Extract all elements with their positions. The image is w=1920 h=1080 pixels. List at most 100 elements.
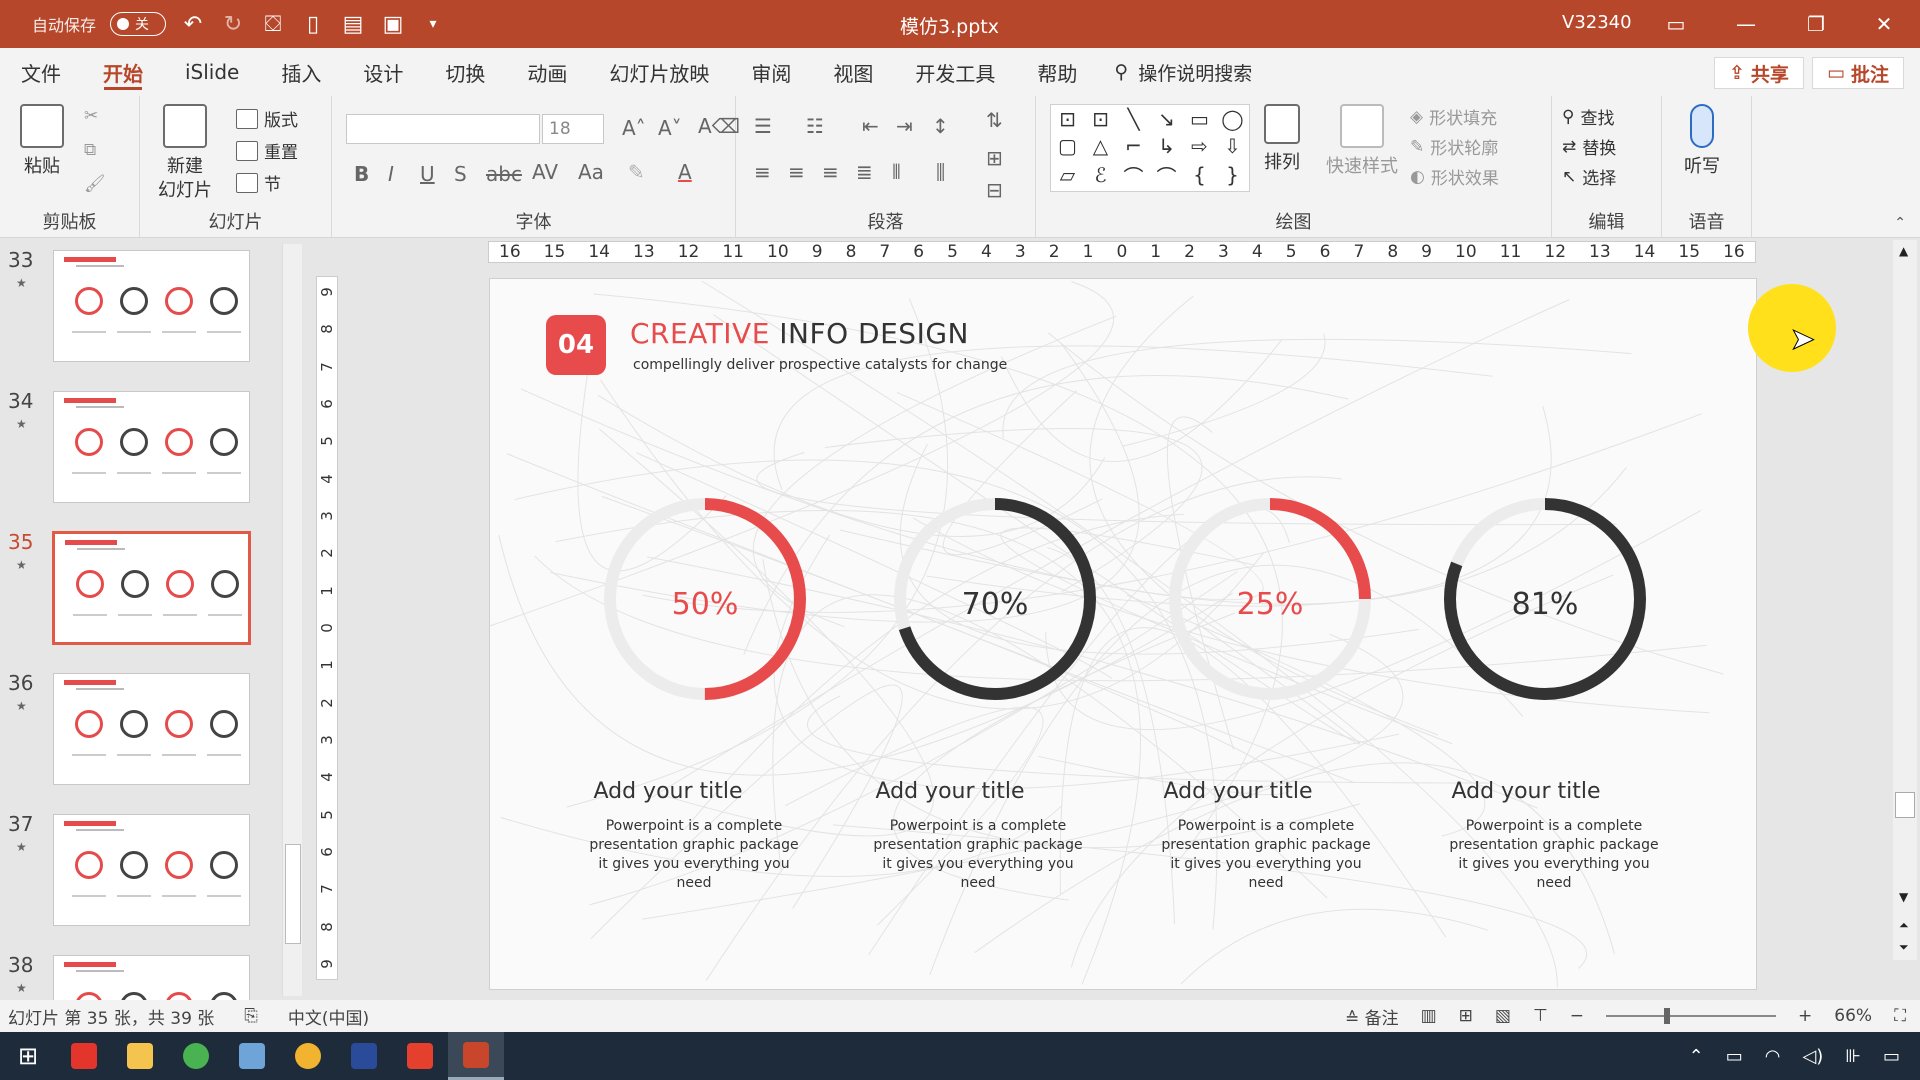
thumbnail-scrollbar[interactable]	[282, 244, 302, 996]
line-spacing-icon[interactable]: ↕	[932, 114, 949, 138]
card-body-text[interactable]: Powerpoint is a complete presentation gr…	[584, 817, 804, 893]
vertical-textbox-icon[interactable]: ⊡	[1092, 107, 1109, 131]
slide-thumbnail[interactable]	[53, 391, 250, 503]
arrange-button[interactable]: 排列	[1264, 104, 1300, 174]
decrease-indent-icon[interactable]: ⇤	[862, 114, 879, 138]
slide-subtitle[interactable]: compellingly deliver prospective catalys…	[633, 357, 1007, 373]
right-brace-icon[interactable]: }	[1226, 163, 1239, 187]
show-hidden-icons[interactable]: ⌃	[1689, 1046, 1704, 1067]
tab-design[interactable]: 设计	[342, 48, 424, 96]
curve-icon[interactable]: ⌒	[1124, 161, 1144, 190]
scribble-icon[interactable]: ℰ	[1094, 163, 1106, 187]
spellcheck-icon[interactable]: ⎘	[244, 1006, 258, 1026]
distributed-icon[interactable]: ⦀	[892, 160, 901, 184]
tab-review[interactable]: 审阅	[730, 48, 812, 96]
copy-icon[interactable]: ⧉	[84, 140, 96, 160]
shapes-gallery[interactable]: ⊡ ⊡ ╲ ↘ ▭ ◯ ▢ △ ⌐ ↳ ⇨ ⇩ ▱ ℰ ⌒ ⌒ {}	[1050, 104, 1250, 192]
slide-thumbnail[interactable]	[52, 531, 251, 645]
card-title[interactable]: Add your title	[1396, 779, 1656, 804]
align-right-icon[interactable]: ≡	[822, 160, 839, 184]
donut-chart[interactable]: 25%	[1160, 489, 1380, 709]
underline-icon[interactable]: U	[420, 162, 435, 186]
numbering-icon[interactable]: ☷	[806, 114, 824, 138]
slide-sorter-icon[interactable]: ⊞	[1459, 1006, 1473, 1026]
tab-animations[interactable]: 动画	[506, 48, 588, 96]
notes-button[interactable]: ≙ 备注	[1345, 1004, 1399, 1029]
left-brace-icon[interactable]: {	[1193, 163, 1206, 187]
donut-chart[interactable]: 50%	[595, 489, 815, 709]
font-color-icon[interactable]: A	[678, 160, 692, 184]
dictate-button[interactable]: 听写	[1684, 104, 1720, 178]
scroll-up-icon[interactable]: ▲	[1899, 244, 1908, 258]
restore-icon[interactable]: ❐	[1796, 8, 1836, 40]
shadow-icon[interactable]: S	[454, 162, 467, 186]
slide-scroll-thumb[interactable]	[1895, 792, 1915, 818]
align-text-icon[interactable]: ⊞	[986, 146, 1003, 170]
grow-font-icon[interactable]: A˄	[622, 116, 646, 140]
taskbar-explorer[interactable]	[112, 1032, 168, 1080]
justify-icon[interactable]: ≣	[856, 160, 873, 184]
undo-icon[interactable]: ↶	[180, 11, 206, 37]
close-icon[interactable]: ✕	[1864, 8, 1904, 40]
card-title[interactable]: Add your title	[820, 779, 1080, 804]
textbox-icon[interactable]: ⊡	[1059, 107, 1076, 131]
shape-outline-button[interactable]: ✎ 形状轮廓	[1410, 134, 1498, 160]
layout-button[interactable]: 版式	[236, 106, 298, 131]
arc-icon[interactable]: ⌒	[1157, 161, 1177, 190]
italic-icon[interactable]: I	[388, 162, 394, 186]
card-body-text[interactable]: Powerpoint is a complete presentation gr…	[1444, 817, 1664, 893]
card-title[interactable]: Add your title	[538, 779, 798, 804]
elbow-arrow-icon[interactable]: ↳	[1158, 134, 1175, 158]
tell-me-search[interactable]: ⚲ 操作说明搜索	[1114, 59, 1252, 86]
zoom-in-icon[interactable]: +	[1798, 1006, 1812, 1026]
taskbar-app-6[interactable]	[336, 1032, 392, 1080]
card-body-text[interactable]: Powerpoint is a complete presentation gr…	[868, 817, 1088, 893]
triangle-icon[interactable]: △	[1093, 134, 1108, 158]
right-arrow-icon[interactable]: ⇨	[1191, 134, 1208, 158]
collapse-ribbon-icon[interactable]: ⌃	[1894, 215, 1906, 231]
fit-to-window-icon[interactable]: ⛶	[1894, 1006, 1906, 1026]
ribbon-display-icon[interactable]: ▭	[1656, 8, 1696, 40]
cut-icon[interactable]: ✂	[84, 106, 98, 126]
wifi-icon[interactable]: ◠	[1765, 1046, 1781, 1067]
font-family-combo[interactable]	[346, 114, 540, 144]
notification-icon[interactable]: ▭	[1883, 1046, 1900, 1067]
bullets-icon[interactable]: ☰	[754, 114, 772, 138]
change-case-icon[interactable]: Aa	[578, 160, 604, 184]
card-title[interactable]: Add your title	[1108, 779, 1368, 804]
taskbar-app-4[interactable]	[224, 1032, 280, 1080]
slide-scrollbar[interactable]: ▲ ▼ ⏶ ⏷	[1893, 240, 1917, 960]
strikethrough-icon[interactable]: abc	[486, 162, 522, 186]
font-size-combo[interactable]: 18	[542, 114, 604, 144]
comments-button[interactable]: ▭ 批注	[1812, 57, 1904, 89]
find-button[interactable]: ⚲ 查找	[1562, 104, 1614, 130]
thumbnail-row[interactable]: 33 ★	[0, 240, 300, 362]
line-icon[interactable]: ╲	[1127, 107, 1139, 131]
normal-view-icon[interactable]: ▥	[1421, 1006, 1437, 1026]
slide-thumbnail[interactable]	[53, 673, 250, 785]
paste-button[interactable]: 粘贴	[20, 104, 64, 178]
tab-view[interactable]: 视图	[812, 48, 894, 96]
tab-islide[interactable]: iSlide	[164, 48, 260, 96]
input-method-icon[interactable]: ⊪	[1845, 1046, 1861, 1067]
align-center-icon[interactable]: ≡	[788, 160, 805, 184]
smartart-icon[interactable]: ⊟	[986, 178, 1003, 202]
present-icon[interactable]: ⛋	[260, 11, 286, 37]
scroll-down-icon[interactable]: ▼	[1899, 890, 1908, 904]
zoom-out-icon[interactable]: −	[1570, 1006, 1584, 1026]
thumbnail-scroll-thumb[interactable]	[285, 844, 301, 944]
tab-developer[interactable]: 开发工具	[894, 48, 1016, 96]
taskbar-chrome[interactable]	[280, 1032, 336, 1080]
zoom-slider-thumb[interactable]	[1664, 1008, 1671, 1024]
new-slide-button[interactable]: 新建 幻灯片	[158, 104, 212, 202]
rounded-rect-icon[interactable]: ▢	[1058, 134, 1077, 158]
format-painter-icon[interactable]: 🖌	[84, 174, 106, 194]
battery-icon[interactable]: ▭	[1726, 1046, 1743, 1067]
tab-transitions[interactable]: 切换	[424, 48, 506, 96]
print-preview-icon[interactable]: ▤	[340, 11, 366, 37]
slide-canvas[interactable]: 04 CREATIVE INFO DESIGN compellingly del…	[489, 278, 1757, 990]
rectangle-icon[interactable]: ▭	[1190, 107, 1209, 131]
taskbar-app-1[interactable]	[56, 1032, 112, 1080]
slide-thumbnail[interactable]	[53, 814, 250, 926]
oval-icon[interactable]: ◯	[1221, 107, 1243, 131]
